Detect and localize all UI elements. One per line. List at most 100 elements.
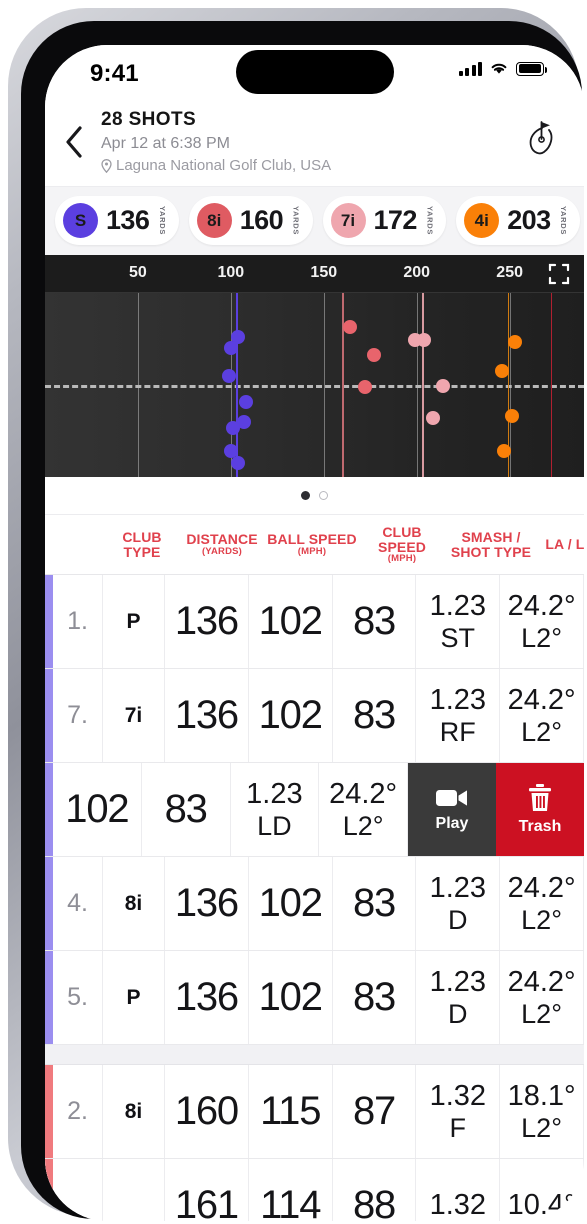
col-header-club-type: CLUB TYPE <box>122 528 162 560</box>
club-badge: S <box>63 203 98 238</box>
chart-gridline <box>137 293 140 477</box>
club-pill[interactable]: 4i 203 YARDS <box>456 196 580 245</box>
cell-smash-shot-type: 1.23 RF <box>416 669 501 763</box>
table-row[interactable]: 161 114 88 1.32 10.4° <box>45 1159 584 1221</box>
screenshot-root: 9:41 28 SHOTS Apr 12 at 6:38 PM Laguna N… <box>0 0 587 1224</box>
table-row[interactable]: 102 83 1.23 LD 24.2° L2° Play Trash <box>45 763 584 858</box>
table-body: 1. P 136 102 83 1.23 ST 24.2° L2° 7. 7i 136 102 83 1.2… <box>45 575 584 1221</box>
chart-gridline <box>323 293 326 477</box>
cell-la-ld: 18.1° L2° <box>500 1065 584 1159</box>
trash-action-button[interactable]: Trash <box>496 763 584 857</box>
cell-la-ld: 10.4° <box>500 1159 584 1221</box>
chart-x-axis: 50 100 150 200 250 <box>45 255 584 293</box>
page-title: 28 SHOTS <box>101 109 197 130</box>
row-index: 5. <box>53 951 103 1045</box>
chart-data-point[interactable] <box>342 319 357 334</box>
status-bar: 9:41 <box>45 45 584 101</box>
centerline <box>45 385 584 388</box>
chart-data-point[interactable] <box>497 443 512 458</box>
club-badge: 7i <box>330 203 366 238</box>
cell-distance: 136 <box>165 857 249 951</box>
cell-ball-speed: 102 <box>249 669 333 763</box>
phone-screen: 9:41 28 SHOTS Apr 12 at 6:38 PM Laguna N… <box>45 45 584 1221</box>
pager-dot-active[interactable] <box>301 491 310 500</box>
table-header-row: CLUB TYPE DISTANCE (YARDS) BALL SPEED (M… <box>45 515 584 576</box>
cell-club-type: P <box>103 951 165 1045</box>
cell-ball-speed: 102 <box>249 951 333 1045</box>
dispersion-chart[interactable]: 50 100 150 200 250 <box>45 255 584 477</box>
club-summary-strip[interactable]: S 136 YARDS 8i 160 YARDS 7i 172 YARDS 4i… <box>45 186 584 255</box>
club-distance: 172 <box>373 205 418 235</box>
distance-unit: YARDS <box>425 205 435 236</box>
session-location: Laguna National Golf Club, USA <box>101 157 526 174</box>
location-pin-icon <box>101 158 112 173</box>
chart-data-point[interactable] <box>504 409 519 424</box>
club-pill[interactable]: S 136 YARDS <box>55 196 179 245</box>
cell-club-speed: 83 <box>333 951 417 1045</box>
club-average-line <box>342 293 344 477</box>
trash-can-icon <box>529 784 551 812</box>
club-pill[interactable]: 7i 172 YARDS <box>322 196 447 245</box>
chevron-left-icon <box>66 126 82 158</box>
cell-club-type: P <box>103 575 165 669</box>
chart-plot-area <box>45 293 584 477</box>
chart-data-point[interactable] <box>435 378 450 393</box>
x-axis-tick: 200 <box>403 264 431 281</box>
chart-data-point[interactable] <box>223 340 238 355</box>
location-text: Laguna National Golf Club, USA <box>116 157 332 174</box>
chart-data-point[interactable] <box>417 332 432 347</box>
chart-data-point[interactable] <box>366 348 381 363</box>
golf-green-button[interactable] <box>526 109 566 162</box>
table-group-separator <box>45 1045 584 1066</box>
row-accent-bar <box>45 857 53 951</box>
cell-club-speed: 87 <box>333 1065 417 1159</box>
row-accent-bar <box>45 1065 53 1159</box>
club-average-line <box>550 293 553 477</box>
cell-la-ld: 24.2° L2° <box>500 857 584 951</box>
chart-data-point[interactable] <box>238 395 253 410</box>
page-header: 28 SHOTS Apr 12 at 6:38 PM Laguna Nation… <box>45 101 584 186</box>
play-action-button[interactable]: Play <box>408 763 496 857</box>
club-distance: 160 <box>239 205 284 235</box>
cell-ball-speed: 102 <box>249 857 333 951</box>
table-row[interactable]: 5. P 136 102 83 1.23 D 24.2° L2° <box>45 951 584 1046</box>
cell-club-speed: 83 <box>333 857 417 951</box>
chart-data-point[interactable] <box>426 410 441 425</box>
club-badge: 4i <box>464 203 500 238</box>
cell-la-ld: 24.2° L2° <box>500 951 584 1045</box>
play-action-label: Play <box>435 815 469 833</box>
cell-ball-speed: 114 <box>249 1159 333 1221</box>
pager-dot[interactable] <box>319 491 328 500</box>
chart-data-point[interactable] <box>231 456 246 470</box>
cell-la-ld: 24.2° L2° <box>500 669 584 763</box>
cell-smash-shot-type: 1.32 F <box>416 1065 501 1159</box>
cell-smash-shot-type: 1.23 D <box>416 951 501 1045</box>
chart-pager[interactable] <box>45 477 584 515</box>
row-index: 1. <box>53 575 103 669</box>
trash-action-label: Trash <box>518 818 562 836</box>
club-distance: 136 <box>106 205 150 235</box>
chart-data-point[interactable] <box>225 420 240 435</box>
cellular-signal-icon <box>458 61 482 76</box>
chart-data-point[interactable] <box>495 363 510 378</box>
chart-data-point[interactable] <box>357 379 372 394</box>
row-index: 4. <box>53 857 103 951</box>
dynamic-island <box>235 50 394 94</box>
chart-data-point[interactable] <box>508 335 523 350</box>
video-camera-icon <box>436 790 467 807</box>
distance-unit: YARDS <box>157 205 167 236</box>
wifi-icon <box>491 63 507 74</box>
cell-distance: 160 <box>165 1065 249 1159</box>
back-button[interactable] <box>63 109 97 164</box>
expand-fullscreen-icon[interactable] <box>548 263 570 285</box>
col-header-club-speed: CLUB SPEED (MPH) <box>378 524 426 565</box>
club-pill[interactable]: 8i 160 YARDS <box>188 196 313 245</box>
cell-club-speed: 83 <box>142 763 231 857</box>
battery-icon <box>516 61 548 76</box>
table-row[interactable]: 2. 8i 160 115 87 1.32 F 18.1° L2° <box>45 1065 584 1160</box>
golf-green-flag-icon <box>529 121 553 155</box>
table-row[interactable]: 7. 7i 136 102 83 1.23 RF 24.2° L2° <box>45 669 584 764</box>
table-row[interactable]: 1. P 136 102 83 1.23 ST 24.2° L2° <box>45 575 584 670</box>
table-row[interactable]: 4. 8i 136 102 83 1.23 D 24.2° L2° <box>45 857 584 952</box>
chart-data-point[interactable] <box>222 368 236 383</box>
